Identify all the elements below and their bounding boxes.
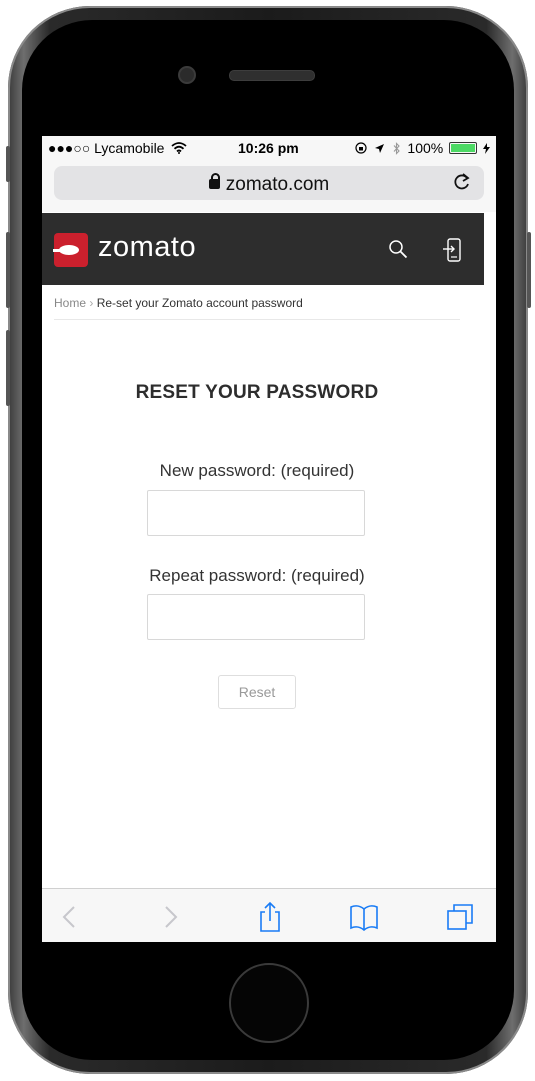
search-icon[interactable] [388,239,408,259]
logo-text[interactable]: zomato [98,231,196,264]
spoon-icon [53,245,79,255]
mute-switch [6,146,10,182]
repeat-password-input[interactable] [147,594,365,640]
bluetooth-icon [393,142,400,155]
back-icon[interactable] [54,901,86,933]
status-bar: ●●●○○ Lycamobile 10:26 pm 100% [42,136,496,160]
tabs-icon[interactable] [444,901,476,933]
breadcrumb-current: Re-set your Zomato account password [96,296,303,310]
location-arrow-icon [374,144,384,153]
home-button[interactable] [229,963,309,1043]
page-title: RESET YOUR PASSWORD [135,382,379,403]
login-icon[interactable] [442,237,464,263]
new-password-input[interactable] [147,490,365,536]
lock-icon [208,173,220,189]
wifi-icon [171,142,187,154]
battery-percent: 100% [407,140,444,156]
orientation-lock-icon [355,142,367,154]
carrier-signal: ●●●○○ Lycamobile [48,140,187,156]
zomato-logo-icon[interactable] [53,233,88,267]
charging-icon [483,143,490,154]
power-button [527,232,531,308]
breadcrumb-separator: › [89,296,94,310]
status-time: 10:26 pm [238,140,299,156]
battery-icon [449,142,478,154]
address-bar[interactable]: zomato.com [54,166,484,200]
site-header: zomato [42,213,484,285]
phone-screen: ●●●○○ Lycamobile 10:26 pm 100% zomato.co… [42,136,496,942]
breadcrumb-home-link[interactable]: Home [54,296,86,310]
repeat-password-label: Repeat password: (required) [149,566,365,585]
browser-toolbar [42,888,496,942]
earpiece-speaker [229,70,315,81]
url-label: zomato.com [225,174,330,195]
reload-icon[interactable] [452,171,472,193]
forward-icon[interactable] [154,901,186,933]
address-bar-area: zomato.com [42,160,496,212]
breadcrumb: Home › Re-set your Zomato account passwo… [54,296,303,310]
breadcrumb-divider [54,319,460,320]
share-icon[interactable] [254,901,286,933]
status-indicators: 100% [355,140,490,156]
new-password-label: New password: (required) [159,461,355,480]
volume-up-button [6,232,10,308]
reset-button[interactable]: Reset [218,675,296,709]
bookmarks-icon[interactable] [348,901,380,933]
volume-down-button [6,330,10,406]
address-text[interactable]: zomato.com [54,173,484,196]
front-camera [178,66,196,84]
